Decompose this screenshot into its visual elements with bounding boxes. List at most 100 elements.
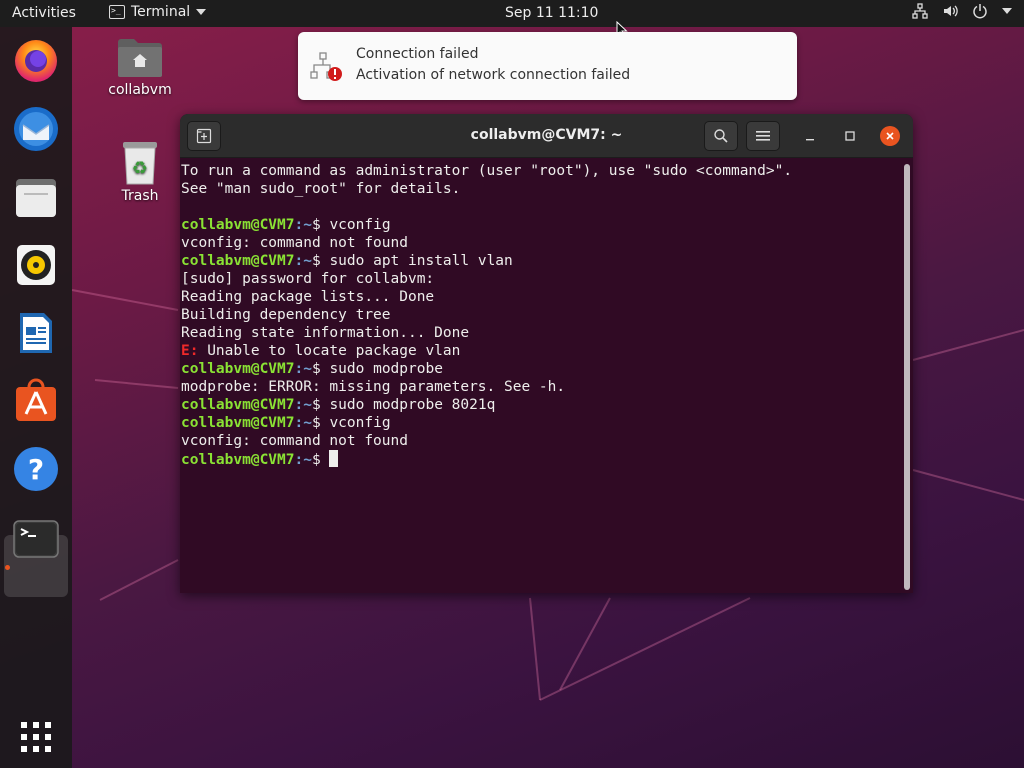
app-menu[interactable]: >_ Terminal	[109, 4, 207, 20]
output-text: vconfig: command not found	[181, 433, 408, 449]
terminal-line: See "man sudo_root" for details.	[181, 180, 901, 198]
hamburger-menu-icon	[756, 131, 770, 141]
terminal-scrollbar[interactable]	[904, 164, 910, 590]
files-icon	[16, 179, 56, 217]
close-button[interactable]	[880, 126, 900, 146]
running-indicator	[5, 565, 10, 570]
terminal-line: [sudo] password for collabvm:	[181, 270, 901, 288]
dock-writer[interactable]	[12, 309, 60, 357]
firefox-icon	[15, 40, 57, 82]
terminal-line: collabvm@CVM7:~$	[181, 450, 901, 468]
terminal-line: modprobe: ERROR: missing parameters. See…	[181, 378, 901, 396]
terminal-line: Building dependency tree	[181, 306, 901, 324]
thunderbird-icon	[14, 107, 58, 151]
terminal-line: Reading package lists... Done	[181, 288, 901, 306]
notification-banner[interactable]: Connection failed Activation of network …	[298, 32, 797, 100]
prompt-user: collabvm@CVM7	[181, 452, 295, 468]
prompt-user: collabvm@CVM7	[181, 397, 295, 413]
maximize-icon	[845, 131, 855, 141]
output-text: Unable to locate package vlan	[198, 343, 461, 359]
prompt-symbol: $	[311, 217, 330, 233]
terminal-line: collabvm@CVM7:~$ sudo modprobe	[181, 360, 901, 378]
terminal-headerbar[interactable]: collabvm@CVM7: ~	[180, 114, 913, 158]
prompt-path: :~	[294, 361, 312, 377]
terminal-icon	[13, 520, 59, 558]
dock-files[interactable]	[12, 173, 60, 221]
prompt-symbol: $	[311, 253, 330, 269]
clock[interactable]: Sep 11 11:10	[505, 5, 598, 21]
activities-button[interactable]: Activities	[12, 5, 76, 21]
dock-software[interactable]	[12, 377, 60, 425]
output-text: vconfig: command not found	[181, 235, 408, 251]
chevron-down-icon	[1002, 8, 1012, 14]
help-icon: ?	[14, 447, 58, 491]
prompt-symbol: $	[311, 397, 330, 413]
prompt-path: :~	[294, 253, 312, 269]
dock-rhythmbox[interactable]	[12, 241, 60, 289]
prompt-symbol: $	[311, 415, 330, 431]
error-prefix: E:	[181, 343, 199, 359]
system-tray[interactable]	[912, 3, 1012, 19]
desktop-home-label: collabvm	[108, 82, 172, 98]
power-icon	[973, 4, 987, 19]
terminal-line: Reading state information... Done	[181, 324, 901, 342]
terminal-line: E: Unable to locate package vlan	[181, 342, 901, 360]
command-text: vconfig	[329, 415, 391, 431]
writer-icon	[20, 313, 52, 353]
output-text: modprobe: ERROR: missing parameters. See…	[181, 379, 566, 395]
terminal-line: collabvm@CVM7:~$ vconfig	[181, 216, 901, 234]
network-wired-icon	[912, 3, 928, 19]
minimize-button[interactable]	[800, 126, 820, 146]
desktop-trash-label: Trash	[121, 188, 159, 204]
terminal-window[interactable]: collabvm@CVM7: ~ To run a command as adm…	[180, 114, 913, 593]
command-text: sudo modprobe	[329, 361, 443, 377]
dock-help[interactable]: ?	[12, 445, 60, 493]
prompt-user: collabvm@CVM7	[181, 253, 295, 269]
prompt-symbol: $	[311, 361, 330, 377]
search-icon	[714, 129, 728, 143]
prompt-path: :~	[294, 452, 312, 468]
maximize-button[interactable]	[840, 126, 860, 146]
prompt-user: collabvm@CVM7	[181, 415, 295, 431]
prompt-user: collabvm@CVM7	[181, 217, 295, 233]
notification-body: Activation of network connection failed	[356, 67, 631, 83]
svg-text:♻: ♻	[132, 158, 148, 179]
command-text: vconfig	[329, 217, 391, 233]
desktop-trash[interactable]: ♻ Trash	[104, 140, 176, 204]
desktop-home-folder[interactable]: collabvm	[104, 36, 176, 98]
svg-text:?: ?	[28, 453, 44, 486]
prompt-path: :~	[294, 397, 312, 413]
show-applications-button[interactable]	[12, 713, 60, 761]
command-text: sudo modprobe 8021q	[329, 397, 496, 413]
volume-icon	[944, 5, 958, 17]
dock-terminal[interactable]	[12, 515, 60, 563]
dock-thunderbird[interactable]	[12, 105, 60, 153]
terminal-line: To run a command as administrator (user …	[181, 162, 901, 180]
software-icon	[16, 378, 56, 421]
terminal-line: collabvm@CVM7:~$ sudo apt install vlan	[181, 252, 901, 270]
app-menu-label: Terminal	[131, 4, 191, 20]
prompt-user: collabvm@CVM7	[181, 361, 295, 377]
apps-grid-icon	[21, 722, 51, 752]
rhythmbox-icon	[17, 245, 55, 285]
trash-icon: ♻	[123, 142, 157, 185]
network-error-icon	[310, 52, 342, 81]
output-text: See "man sudo_root" for details.	[181, 181, 461, 197]
dock-firefox[interactable]	[12, 37, 60, 85]
search-button[interactable]	[704, 121, 738, 151]
menu-button[interactable]	[746, 121, 780, 151]
terminal-output[interactable]: To run a command as administrator (user …	[181, 162, 901, 590]
terminal-line: vconfig: command not found	[181, 432, 901, 450]
output-text: To run a command as administrator (user …	[181, 163, 793, 179]
terminal-line: vconfig: command not found	[181, 234, 901, 252]
terminal-line: collabvm@CVM7:~$ sudo modprobe 8021q	[181, 396, 901, 414]
prompt-path: :~	[294, 217, 312, 233]
home-folder-icon	[118, 39, 162, 77]
command-text: sudo apt install vlan	[329, 253, 513, 269]
close-icon	[886, 132, 894, 140]
terminal-app-icon: >_	[109, 5, 125, 19]
output-text: Reading package lists... Done	[181, 289, 435, 305]
top-bar: Activities >_ Terminal Sep 11 11:10	[0, 0, 1024, 27]
dock: ?	[0, 27, 72, 768]
